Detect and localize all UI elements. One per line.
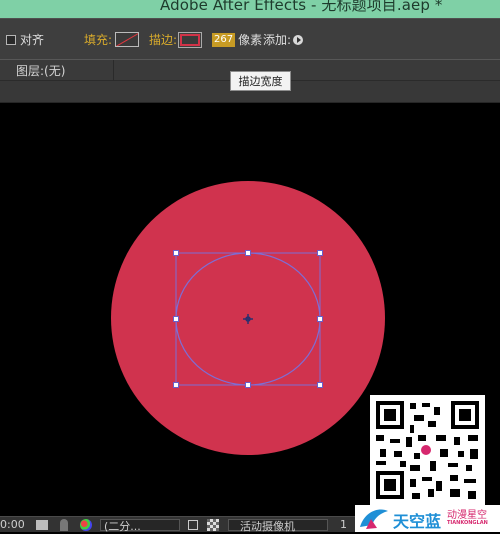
stroke-swatch[interactable] [178, 31, 203, 48]
color-channel-icon[interactable] [80, 519, 92, 531]
window-title: Adobe After Effects - 无标题项目.aep * [160, 0, 443, 14]
handle-top-right[interactable] [317, 250, 323, 256]
add-menu-arrow-icon[interactable] [293, 34, 304, 45]
brand-logo-icon [360, 509, 388, 529]
align-checkbox-group[interactable]: 对齐 [6, 19, 44, 60]
fill-label[interactable]: 填充: [84, 31, 112, 48]
region-of-interest-icon[interactable] [188, 520, 198, 530]
stroke-width-value[interactable]: 267 [212, 32, 236, 47]
add-label: 添加: [263, 33, 292, 47]
handle-middle-right[interactable] [317, 316, 323, 322]
shape-toolbar: 对齐 填充: 描边: 267 像素 添加: [0, 18, 500, 59]
show-channel-icon[interactable] [60, 519, 68, 531]
brand-subtitle: 动漫星空 [447, 510, 487, 521]
stroke-control[interactable]: 描边: [149, 19, 203, 60]
handle-bottom-left[interactable] [173, 382, 179, 388]
qr-center-logo-icon [421, 445, 431, 455]
stroke-width-control[interactable]: 267 像素 [212, 19, 262, 60]
tooltip: 描边宽度 [230, 71, 291, 91]
align-checkbox[interactable] [6, 34, 16, 45]
transparency-grid-icon[interactable] [207, 519, 219, 531]
tooltip-text: 描边宽度 [238, 75, 283, 88]
handle-top-left[interactable] [173, 250, 179, 256]
timecode[interactable]: 0:00 [0, 518, 25, 531]
brand-name: 天空蓝 [393, 512, 442, 531]
align-label: 对齐 [20, 33, 45, 47]
stroke-label[interactable]: 描边: [149, 31, 177, 48]
brand-english: TIANKONGLAN [447, 520, 488, 526]
qr-code-watermark [370, 395, 485, 505]
title-bar: Adobe After Effects - 无标题项目.aep * [0, 0, 500, 18]
brand-watermark: 天空蓝 动漫星空 TIANKONGLAN [355, 505, 500, 532]
views-value[interactable]: 1 [340, 518, 347, 531]
fill-control[interactable]: 填充: [84, 19, 140, 60]
fill-swatch[interactable] [115, 32, 140, 47]
layer-label[interactable]: 图层:(无) [16, 62, 65, 79]
handle-middle-left[interactable] [173, 316, 179, 322]
handle-bottom-middle[interactable] [245, 382, 251, 388]
add-control[interactable]: 添加: [263, 19, 304, 60]
stroke-width-unit: 像素 [238, 33, 263, 47]
handle-bottom-right[interactable] [317, 382, 323, 388]
layer-bar-divider [113, 60, 114, 81]
camera-icon[interactable] [36, 520, 48, 530]
handle-top-middle[interactable] [245, 250, 251, 256]
